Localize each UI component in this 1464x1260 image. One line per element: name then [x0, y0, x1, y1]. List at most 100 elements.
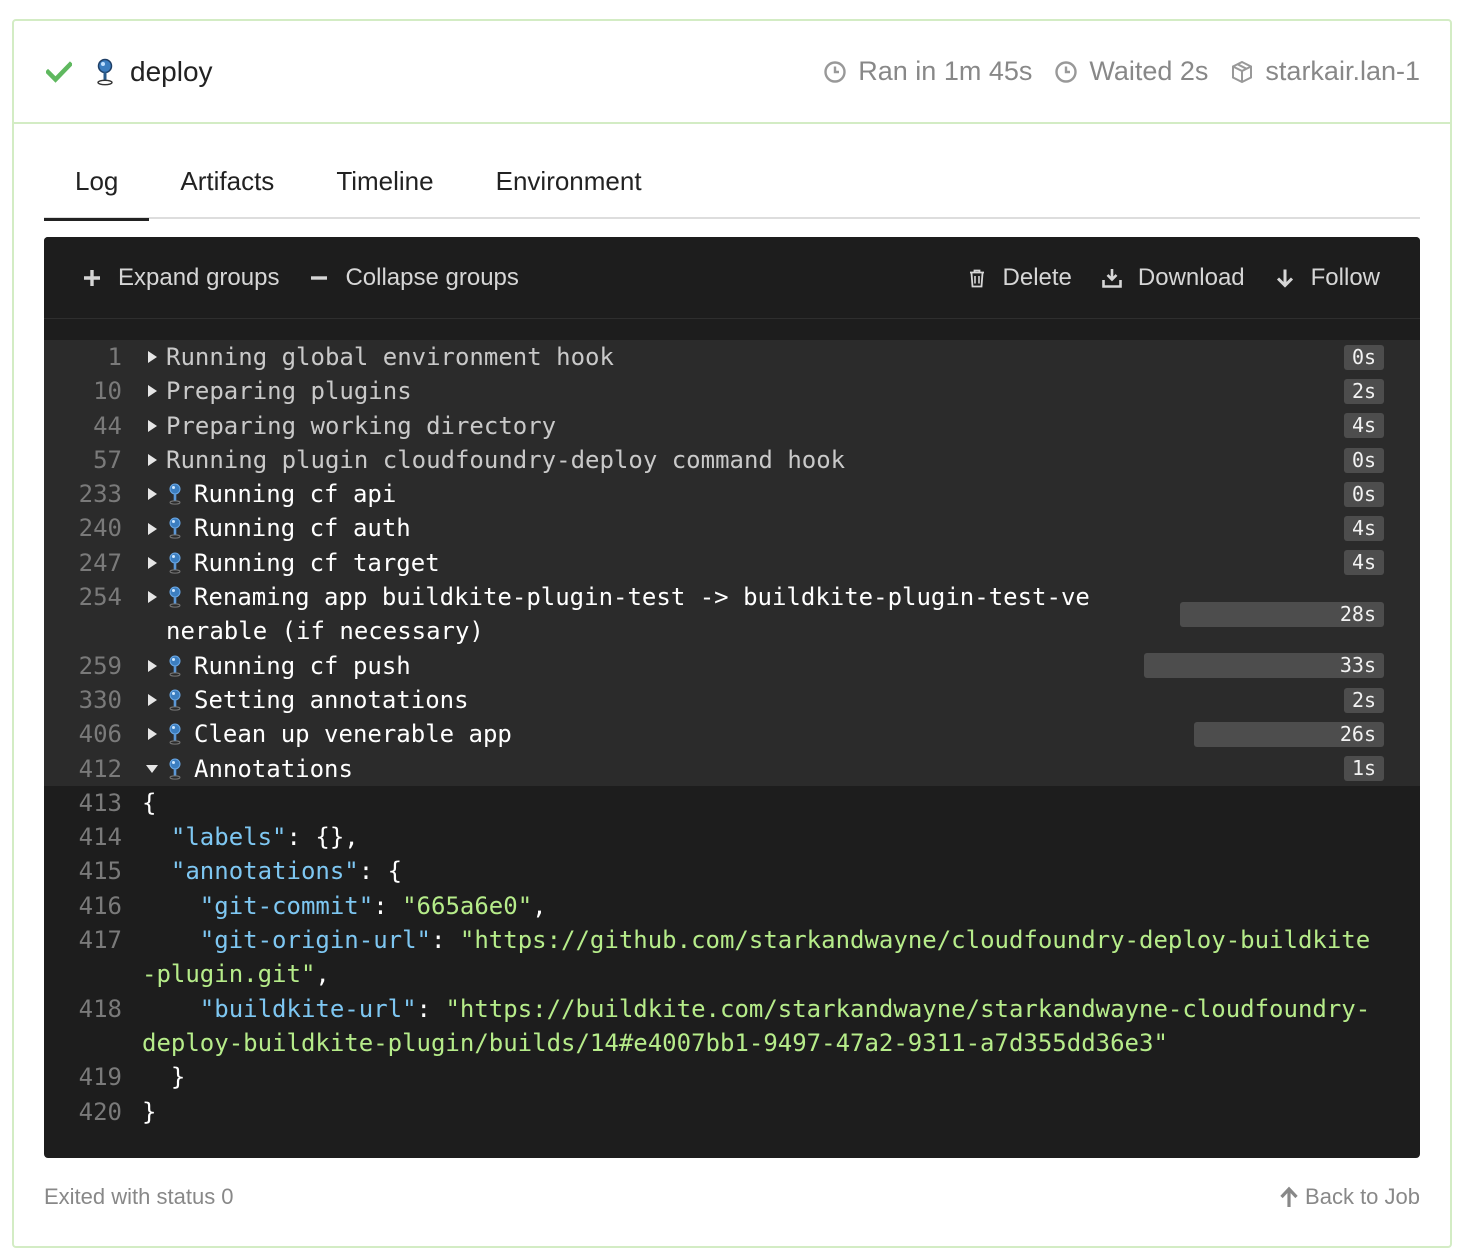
log-line: 416 "git-commit": "665a6e0",	[44, 889, 1420, 923]
caret-right-icon[interactable]	[138, 683, 166, 717]
follow-button[interactable]: Follow	[1275, 264, 1380, 292]
log-group-title: Running cf push	[194, 651, 411, 680]
collapse-groups-label: Collapse groups	[345, 263, 519, 291]
caret-right-icon[interactable]	[138, 717, 166, 751]
caret-down-icon[interactable]	[138, 752, 166, 786]
line-number[interactable]: 330	[44, 683, 124, 717]
caret-right-icon[interactable]	[138, 409, 166, 443]
duration-wrap: 0s	[1344, 477, 1384, 511]
duration-badge: 0s	[1344, 447, 1384, 473]
log-group-row[interactable]: 254 Renaming app buildkite-plugin-test ->…	[44, 580, 1420, 649]
line-number[interactable]: 44	[44, 409, 124, 443]
expand-groups-label: Expand groups	[118, 263, 280, 291]
log-group-content: Running cf target	[166, 546, 1420, 580]
line-number[interactable]: 406	[44, 717, 124, 751]
caret-right-icon[interactable]	[138, 477, 166, 511]
log-group-row[interactable]: 259 Running cf push 33s	[44, 648, 1420, 683]
job-tabs: Log Artifacts Timeline Environment	[44, 143, 1420, 221]
log-group-content: Running cf api	[166, 477, 1420, 511]
line-number[interactable]: 412	[44, 752, 124, 786]
log-line-text: "buildkite-url": "https://buildkite.com/…	[142, 994, 1371, 1057]
line-number[interactable]: 416	[44, 889, 124, 923]
line-number[interactable]: 414	[44, 820, 124, 854]
agent-name[interactable]: starkair.lan-1	[1265, 56, 1420, 87]
duration-badge: 4s	[1344, 516, 1384, 542]
duration-badge: 26s	[1194, 721, 1384, 747]
download-label: Download	[1137, 263, 1245, 291]
log-group-content: Running plugin cloudfoundry-deploy comma…	[166, 443, 1420, 477]
line-number[interactable]: 240	[44, 511, 124, 545]
download-icon	[1102, 268, 1122, 288]
caret-right-icon[interactable]	[138, 580, 166, 614]
line-number[interactable]: 1	[44, 340, 124, 374]
duration-wrap: 4s	[1344, 511, 1384, 545]
line-number[interactable]: 417	[44, 923, 124, 992]
log-group-row[interactable]: 44 Preparing working directory 4s	[44, 408, 1420, 443]
duration-badge: 0s	[1344, 344, 1384, 370]
log-group-title: Clean up venerable app	[194, 720, 512, 749]
line-number[interactable]: 413	[44, 786, 124, 820]
log-group-content: Annotations	[166, 752, 1420, 786]
log-group-row[interactable]: 412 Annotations 1s	[44, 751, 1420, 786]
delete-label: Delete	[1002, 263, 1072, 291]
plugin-pin-icon	[168, 755, 182, 780]
line-number[interactable]: 420	[44, 1095, 124, 1129]
log-group-row[interactable]: 406 Clean up venerable app 26s	[44, 717, 1420, 752]
log-group-row[interactable]: 233 Running cf api 0s	[44, 477, 1420, 512]
duration-badge: 33s	[1144, 653, 1384, 679]
tab-artifacts[interactable]: Artifacts	[149, 143, 305, 219]
agent-meta[interactable]: starkair.lan-1	[1230, 56, 1420, 87]
caret-right-icon[interactable]	[138, 511, 166, 545]
log-line-text: }	[142, 1097, 157, 1126]
duration-wrap: 0s	[1344, 443, 1384, 477]
line-number[interactable]: 415	[44, 854, 124, 888]
log-group-title: Running plugin cloudfoundry-deploy comma…	[166, 445, 846, 474]
log-group-row[interactable]: 330 Setting annotations 2s	[44, 682, 1420, 718]
tab-environment[interactable]: Environment	[465, 143, 673, 219]
line-number[interactable]: 418	[44, 992, 124, 1061]
log-group-row[interactable]: 247 Running cf target 4s	[44, 545, 1420, 581]
duration-wrap: 33s	[1144, 649, 1384, 683]
log-line: 414 "labels": {},	[44, 820, 1420, 854]
log-group-title: Annotations	[194, 754, 353, 783]
caret-right-icon[interactable]	[138, 340, 166, 374]
caret-right-icon[interactable]	[138, 374, 166, 408]
back-to-job-link[interactable]: Back to Job	[1279, 1184, 1420, 1210]
duration-wrap: 4s	[1344, 546, 1384, 580]
plugin-pin-icon	[168, 514, 182, 540]
line-number[interactable]: 57	[44, 443, 124, 477]
job-title[interactable]: deploy	[130, 56, 213, 88]
log-group-row[interactable]: 57 Running plugin cloudfoundry-deploy com…	[44, 442, 1420, 478]
plugin-pin-icon	[168, 549, 182, 574]
download-button[interactable]: Download	[1102, 264, 1245, 292]
plugin-pin-icon	[94, 58, 116, 86]
delete-button[interactable]: Delete	[967, 264, 1072, 292]
log-group-content: Preparing working directory	[166, 409, 1420, 443]
job-meta: Ran in 1m 45s Waited 2s starkair.lan-1	[801, 56, 1420, 87]
duration-badge: 28s	[1180, 601, 1384, 627]
log-group-row[interactable]: 240 Running cf auth 4s	[44, 511, 1420, 546]
line-number[interactable]: 233	[44, 477, 124, 511]
line-number[interactable]: 254	[44, 580, 124, 649]
log-group-row[interactable]: 1 Running global environment hook 0s	[44, 340, 1420, 375]
caret-right-icon[interactable]	[138, 443, 166, 477]
collapse-groups-button[interactable]: Collapse groups	[309, 263, 519, 292]
tab-log[interactable]: Log	[44, 143, 150, 221]
log-group-content: Setting annotations	[166, 683, 1420, 717]
expand-groups-button[interactable]: Expand groups	[82, 264, 279, 292]
plugin-pin-icon	[168, 652, 182, 677]
plugin-pin-icon	[168, 720, 182, 745]
caret-right-icon[interactable]	[138, 649, 166, 683]
duration-wrap: 26s	[1194, 717, 1384, 751]
caret-right-icon[interactable]	[138, 546, 166, 580]
log-group-title: Running cf auth	[194, 514, 411, 543]
log-line-text: "annotations": {	[170, 857, 403, 886]
minus-icon	[311, 275, 328, 280]
line-number[interactable]: 10	[44, 374, 124, 408]
line-number[interactable]: 259	[44, 649, 124, 683]
tab-timeline[interactable]: Timeline	[305, 143, 464, 219]
line-number[interactable]: 419	[44, 1060, 124, 1094]
log-group-row[interactable]: 10 Preparing plugins 2s	[44, 374, 1420, 409]
duration-wrap: 2s	[1344, 374, 1384, 408]
line-number[interactable]: 247	[44, 546, 124, 580]
